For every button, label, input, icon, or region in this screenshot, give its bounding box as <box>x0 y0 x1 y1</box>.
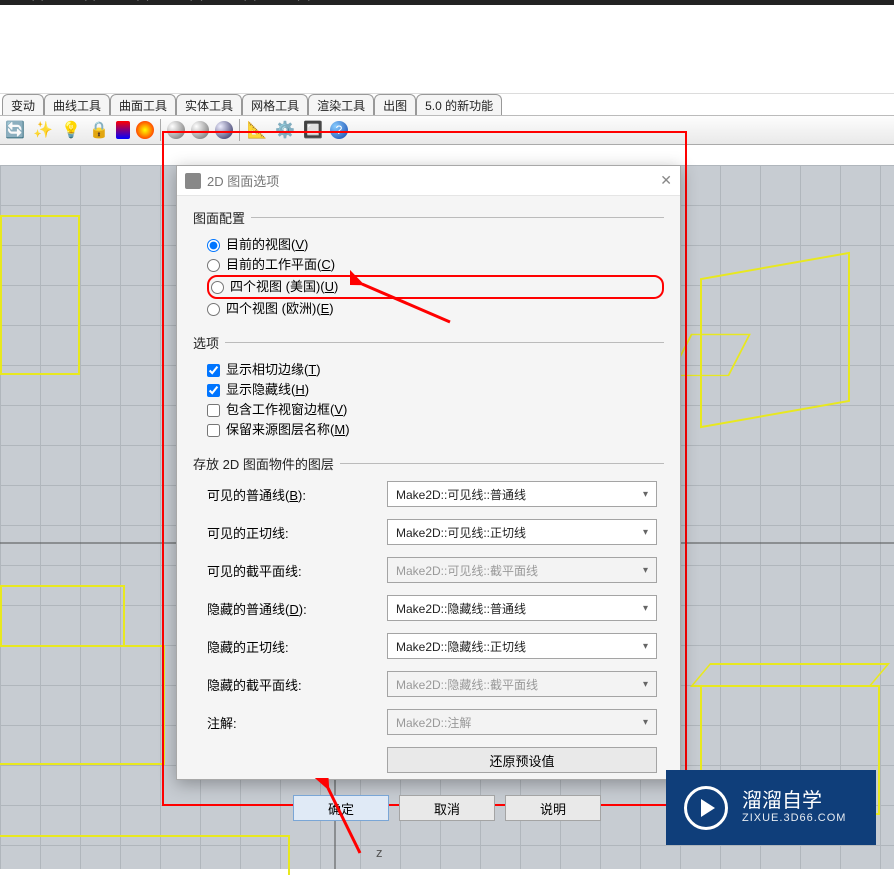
label-hidden-lines: 隐藏的普通线(D): <box>207 599 387 618</box>
circle-icon[interactable] <box>136 121 154 139</box>
command-area <box>0 5 894 93</box>
radio-current-cplane[interactable]: 目前的工作平面(C) <box>207 255 664 275</box>
tab-drafting[interactable]: 出图 <box>374 94 416 115</box>
help-button[interactable]: 说明 <box>505 795 601 821</box>
radio-current-view[interactable]: 目前的视图(V) <box>207 235 664 255</box>
ok-button[interactable]: 确定 <box>293 795 389 821</box>
label-visible-tangent: 可见的正切线: <box>207 523 387 542</box>
radio-four-view-eu[interactable]: 四个视图 (欧洲)(E) <box>207 299 664 319</box>
dropdown-annotation: Make2D::注解▾ <box>387 709 657 735</box>
section-options: 选项 <box>193 333 664 354</box>
watermark: 溜溜自学 ZIXUE.3D66.COM <box>666 770 876 845</box>
tool-tabs: 变动 曲线工具 曲面工具 实体工具 网格工具 渲染工具 出图 5.0 的新功能 <box>0 94 894 115</box>
tab-surface[interactable]: 曲面工具 <box>110 94 176 115</box>
tool-icon[interactable]: 🔲 <box>302 119 324 141</box>
dropdown-hidden-clipping: Make2D::隐藏线::截平面线▾ <box>387 671 657 697</box>
chevron-down-icon: ▾ <box>643 603 648 614</box>
toolbar: 🔄 ✨ 💡 🔒 📐 ⚙️ 🔲 ? <box>0 115 894 145</box>
gear-icon[interactable]: ⚙️ <box>274 119 296 141</box>
section-config: 图面配置 <box>193 208 664 229</box>
tab-curve[interactable]: 曲线工具 <box>44 94 110 115</box>
help-icon[interactable]: ? <box>330 121 348 139</box>
dialog-title: 2D 图面选项 <box>207 171 279 190</box>
make2d-dialog: 2D 图面选项 ✕ 图面配置 目前的视图(V) 目前的工作平面(C) 四个视图 … <box>176 165 681 780</box>
check-viewport-rect[interactable]: 包含工作视窗边框(V) <box>207 400 664 420</box>
close-icon[interactable]: ✕ <box>660 172 672 189</box>
sphere-icon[interactable] <box>167 121 185 139</box>
tool-icon[interactable]: ✨ <box>32 119 54 141</box>
sphere-icon[interactable] <box>191 121 209 139</box>
chevron-down-icon: ▾ <box>643 489 648 500</box>
label-visible-clipping: 可见的截平面线: <box>207 561 387 580</box>
chevron-down-icon: ▾ <box>643 717 648 728</box>
play-icon <box>684 786 728 830</box>
tool-icon[interactable]: 🔄 <box>4 119 26 141</box>
tab-transform[interactable]: 变动 <box>2 94 44 115</box>
check-maintain-layers[interactable]: 保留来源图层名称(M) <box>207 420 664 440</box>
dialog-titlebar[interactable]: 2D 图面选项 ✕ <box>177 166 680 196</box>
chevron-down-icon: ▾ <box>643 641 648 652</box>
menu-bar: 变动(T) 工具(L) 分析(A) 渲染(R) 曲板(P) 说明(H) <box>0 0 894 5</box>
axis-label-z: z <box>376 845 383 860</box>
label-visible-lines: 可见的普通线(B): <box>207 485 387 504</box>
label-hidden-clipping: 隐藏的截平面线: <box>207 675 387 694</box>
chevron-down-icon: ▾ <box>643 565 648 576</box>
tool-icon[interactable]: 📐 <box>246 119 268 141</box>
check-hidden-lines[interactable]: 显示隐藏线(H) <box>207 380 664 400</box>
label-annotation: 注解: <box>207 713 387 732</box>
dropdown-hidden-lines[interactable]: Make2D::隐藏线::普通线▾ <box>387 595 657 621</box>
chevron-down-icon: ▾ <box>643 679 648 690</box>
cancel-button[interactable]: 取消 <box>399 795 495 821</box>
tab-solid[interactable]: 实体工具 <box>176 94 242 115</box>
dropdown-visible-tangent[interactable]: Make2D::可见线::正切线▾ <box>387 519 657 545</box>
tab-mesh[interactable]: 网格工具 <box>242 94 308 115</box>
radio-four-view-us[interactable]: 四个视图 (美国)(U) <box>207 275 664 299</box>
section-layers: 存放 2D 图面物件的图层 <box>193 454 664 475</box>
dialog-icon <box>185 173 201 189</box>
watermark-title: 溜溜自学 <box>742 790 846 812</box>
check-tangent-edges[interactable]: 显示相切边缘(T) <box>207 360 664 380</box>
dropdown-visible-lines[interactable]: Make2D::可见线::普通线▾ <box>387 481 657 507</box>
sphere-icon[interactable] <box>215 121 233 139</box>
watermark-url: ZIXUE.3D66.COM <box>742 812 846 824</box>
tab-render[interactable]: 渲染工具 <box>308 94 374 115</box>
dropdown-hidden-tangent[interactable]: Make2D::隐藏线::正切线▾ <box>387 633 657 659</box>
dropdown-visible-clipping: Make2D::可见线::截平面线▾ <box>387 557 657 583</box>
reset-button[interactable]: 还原预设值 <box>387 747 657 773</box>
lightbulb-icon[interactable]: 💡 <box>60 119 82 141</box>
tool-icon[interactable] <box>116 121 130 139</box>
label-hidden-tangent: 隐藏的正切线: <box>207 637 387 656</box>
lock-icon[interactable]: 🔒 <box>88 119 110 141</box>
chevron-down-icon: ▾ <box>643 527 648 538</box>
tab-new[interactable]: 5.0 的新功能 <box>416 94 502 115</box>
